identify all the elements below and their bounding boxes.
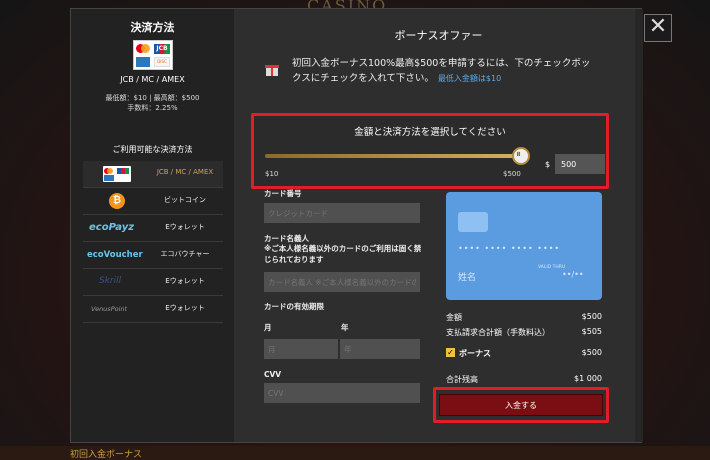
summary-amount: 金額 $500 <box>446 312 602 323</box>
method-bitcoin[interactable]: ₿ ビットコイン <box>83 188 223 215</box>
fee-label: 手数料：2.25% <box>127 104 178 112</box>
discover-icon: DISC <box>154 57 170 67</box>
card-number-label: カード番号 <box>264 189 302 198</box>
mastercard-icon <box>136 44 150 54</box>
card-brands-icon <box>87 166 139 182</box>
method-label: ビットコイン <box>164 196 206 204</box>
method-venuspoint[interactable]: VenusPoint Eウォレット <box>83 296 223 323</box>
month-label: 月 <box>264 323 272 332</box>
ecovoucher-logo: ecoVoucher <box>87 250 143 260</box>
close-button[interactable]: ✕ <box>644 14 672 42</box>
bonus-checkbox[interactable]: ✓ <box>446 348 455 357</box>
bonus-offer-panel: ボーナスオファー 初回入金ボーナス100%最高$500を申請するには、下のチェッ… <box>234 9 643 442</box>
payment-methods-panel: 決済方法 JCB DISC JCB / MC / AMEX 最低額：$10 | … <box>71 9 234 442</box>
summary-label: 合計残高 <box>446 375 478 384</box>
cvv-label: CVV <box>264 370 282 379</box>
venuspoint-logo: VenusPoint <box>91 305 128 313</box>
method-ecovoucher[interactable]: ecoVoucher エコバウチャー <box>83 242 223 269</box>
payment-methods-title: 決済方法 <box>130 21 175 34</box>
skrill-logo: Skrill <box>99 276 122 286</box>
method-label: エコバウチャー <box>160 250 210 258</box>
card-preview: •••• •••• •••• •••• 姓名 VALID THRU ••/•• <box>446 192 602 300</box>
summary-bonus: ✓ ボーナス $500 <box>446 348 602 359</box>
background-banner-text: 初回入金ボーナス <box>70 450 143 460</box>
card-brands-label: JCB / MC / AMEX <box>120 75 185 84</box>
summary-value: $500 <box>581 348 602 357</box>
highlight-amount-selector <box>251 113 609 189</box>
method-ecopayz[interactable]: ecoPayz Eウォレット <box>83 215 223 242</box>
cvv-input[interactable] <box>264 383 420 403</box>
year-label: 年 <box>341 323 349 332</box>
summary-total-charge: 支払請求合計額（手数料込） $505 <box>446 327 602 338</box>
panel-title: ボーナスオファー <box>394 29 483 42</box>
card-number-mask: •••• •••• •••• •••• <box>458 244 561 253</box>
holder-input[interactable] <box>264 272 420 292</box>
available-methods-title: ご利用可能な決済方法 <box>112 145 193 154</box>
method-label: Eウォレット <box>165 277 205 285</box>
method-label: Eウォレット <box>165 223 205 231</box>
expiry-year-input[interactable] <box>340 339 420 359</box>
card-chip-icon <box>458 212 488 232</box>
min-deposit-text: 最低入金額は$10 <box>437 74 502 83</box>
holder-note: ※ご本人様名義以外のカードのご利用は固く禁じられております <box>264 244 422 264</box>
card-number-input[interactable] <box>264 203 420 223</box>
expiry-label: カードの有効期限 <box>264 302 324 311</box>
summary-value: $505 <box>581 327 602 336</box>
summary-label: 金額 <box>446 313 462 322</box>
amex-icon <box>136 57 150 67</box>
scrollbar[interactable] <box>635 9 643 442</box>
summary-label: 支払請求合計額（手数料込） <box>446 328 550 337</box>
highlight-deposit-button <box>433 387 609 423</box>
jcb-icon: JCB <box>154 44 170 54</box>
method-label: JCB / MC / AMEX <box>156 168 214 176</box>
close-icon: ✕ <box>648 14 668 39</box>
method-skrill[interactable]: Skrill Eウォレット <box>83 269 223 296</box>
bonus-description: 初回入金ボーナス100%最高$500を申請するには、下のチェックボックスにチェッ… <box>292 56 592 86</box>
expiry-mask: ••/•• <box>562 270 584 279</box>
card-holder-preview: 姓名 <box>458 273 477 283</box>
deposit-modal: 決済方法 JCB DISC JCB / MC / AMEX 最低額：$10 | … <box>70 8 643 443</box>
summary-label: ボーナス <box>459 349 491 358</box>
deposit-limits: 最低額：$10 | 最高額：$500 <box>105 94 200 102</box>
summary-value: $1 000 <box>574 374 602 383</box>
summary-value: $500 <box>581 312 602 321</box>
method-card[interactable]: JCB / MC / AMEX <box>83 161 223 188</box>
card-brands-icon: JCB DISC <box>133 40 173 70</box>
gift-icon <box>265 65 279 76</box>
summary-balance: 合計残高 $1 000 <box>446 374 602 385</box>
ecopayz-logo: ecoPayz <box>89 222 135 233</box>
method-label: Eウォレット <box>165 304 205 312</box>
bitcoin-icon: ₿ <box>87 193 139 209</box>
expiry-month-input[interactable] <box>264 339 338 359</box>
